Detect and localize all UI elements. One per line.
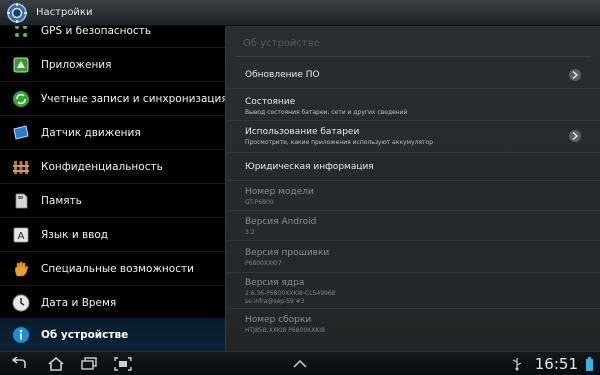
system-nav-bar: 16:51	[0, 351, 600, 375]
storage-icon	[15, 193, 28, 208]
sidebar-item-motion-sensor[interactable]: Датчик движения	[0, 116, 225, 150]
sidebar-item-accounts-sync[interactable]: Учетные записи и синхронизация	[0, 82, 225, 116]
info-value: 2.6.36-P6800XXKI8-CL549968	[245, 290, 336, 297]
info-title: Номер сборки	[245, 315, 312, 325]
sidebar-item-label: Об устройстве	[41, 328, 129, 341]
sync-icon	[13, 90, 29, 107]
usb-icon[interactable]	[508, 356, 526, 372]
sidebar-item-label: Память	[41, 194, 82, 207]
sidebar-item-accessibility[interactable]: Специальные возможности	[0, 252, 225, 286]
sidebar-item-language[interactable]: A Язык и ввод	[0, 218, 225, 252]
app-title: Настройки	[36, 7, 93, 18]
sidebar-item-label: Датчик движения	[41, 126, 141, 139]
settings-gear-icon[interactable]	[6, 2, 28, 24]
info-value: HTJ85B.XXKI8 P6800XXKI8	[245, 327, 325, 334]
sidebar-item-label: Приложения	[41, 58, 112, 71]
home-icon[interactable]	[47, 356, 65, 372]
sidebar-item-date-time[interactable]: Дата и Время	[0, 286, 225, 320]
battery-icon[interactable]	[584, 356, 594, 372]
sidebar-item-about-device[interactable]: Об устройстве	[0, 318, 225, 351]
info-value-line2: se.infra@sep-59 #3	[245, 298, 305, 305]
svg-text:A: A	[18, 231, 25, 242]
row-kernel-version: Версия ядра 2.6.36-P6800XXKI8-CL549968 s…	[226, 273, 600, 309]
back-icon[interactable]	[10, 356, 28, 372]
sidebar-item-label: Язык и ввод	[41, 228, 109, 241]
up-arrow-icon[interactable]	[291, 356, 309, 372]
sidebar-item-label: Специальные возможности	[41, 262, 194, 275]
section-header: Об устройстве	[243, 38, 320, 49]
clock-time[interactable]: 16:51	[535, 355, 578, 373]
row-firmware-version: Версия прошивки P6800XXKI7	[226, 241, 600, 273]
motion-sensor-icon	[13, 124, 29, 140]
row-subtitle: Просмотрите, какие приложения используют…	[245, 139, 434, 146]
settings-sidebar: GPS и безопасность Приложения Учетные за…	[0, 26, 225, 351]
screenshot-icon[interactable]	[114, 356, 132, 372]
language-icon: A	[13, 227, 29, 242]
row-title: Обновление ПО	[245, 70, 320, 80]
info-value: GT-P6800	[245, 199, 274, 206]
info-title: Номер модели	[245, 187, 314, 197]
info-value: 3.2	[245, 229, 255, 236]
row-status[interactable]: Состояние Вывод состояния батареи, сети …	[226, 89, 600, 121]
row-android-version: Версия Android 3.2	[226, 211, 600, 241]
sidebar-item-label: Учетные записи и синхронизация	[41, 92, 225, 105]
chevron-right-icon	[569, 69, 581, 81]
info-icon	[13, 326, 29, 343]
accessibility-hand-icon	[15, 261, 29, 276]
row-model-number: Номер модели GT-P6800	[226, 181, 600, 211]
privacy-fence-icon	[13, 160, 29, 174]
info-value: P6800XXKI7	[245, 260, 282, 267]
chevron-right-icon	[569, 130, 581, 142]
sidebar-item-label: Дата и Время	[41, 296, 117, 309]
row-title: Использование батареи	[245, 127, 360, 137]
sidebar-item-gps-security[interactable]: GPS и безопасность	[0, 26, 225, 48]
row-build-number: Номер сборки HTJ85B.XXKI8 P6800XXKI8	[226, 309, 600, 339]
sidebar-item-label: Конфиденциальность	[41, 160, 163, 173]
gps-security-icon	[15, 26, 27, 37]
title-bar: Настройки	[0, 0, 600, 26]
info-title: Версия Android	[245, 217, 317, 227]
sidebar-item-applications[interactable]: Приложения	[0, 48, 225, 82]
row-software-update[interactable]: Обновление ПО	[226, 61, 600, 89]
clock-icon	[12, 294, 30, 311]
applications-icon	[13, 57, 29, 72]
row-title: Состояние	[245, 97, 296, 107]
row-legal-info[interactable]: Юридическая информация	[226, 153, 600, 181]
section-divider	[236, 56, 591, 57]
about-device-panel: Об устройстве Обновление ПО Состояние Вы…	[225, 26, 600, 351]
info-title: Версия прошивки	[245, 248, 330, 258]
row-battery-usage[interactable]: Использование батареи Просмотрите, какие…	[226, 121, 600, 153]
sidebar-item-privacy[interactable]: Конфиденциальность	[0, 150, 225, 184]
row-title: Юридическая информация	[245, 162, 374, 172]
info-title: Версия ядра	[245, 278, 305, 288]
row-subtitle: Вывод состояния батареи, сети и других с…	[245, 109, 408, 116]
sidebar-item-storage[interactable]: Память	[0, 184, 225, 218]
recent-apps-icon[interactable]	[80, 356, 98, 372]
sidebar-item-label: GPS и безопасность	[41, 26, 152, 37]
